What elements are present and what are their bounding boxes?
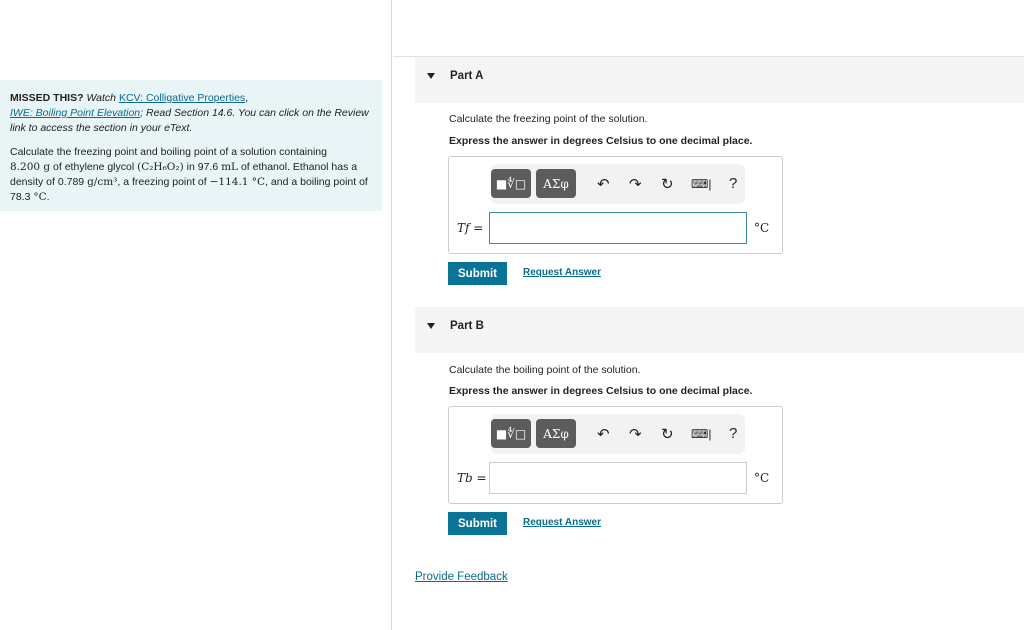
part-b-submit-button[interactable]: Submit xyxy=(448,512,507,535)
part-b-answer-box: ■∜□ ΑΣφ ↶ ↷ ↻ ⌨| ? Tb = °C xyxy=(448,406,783,504)
provide-feedback-link[interactable]: Provide Feedback xyxy=(415,571,508,583)
kcv-link[interactable]: KCV: Colligative Properties xyxy=(119,92,245,104)
templates-button[interactable]: ■∜□ xyxy=(491,419,531,448)
keyboard-icon[interactable]: ⌨| xyxy=(691,177,711,191)
part-a-submit-button[interactable]: Submit xyxy=(448,262,507,285)
iwe-link[interactable]: IWE: Boiling Point Elevation xyxy=(10,107,140,119)
info-box: MISSED THIS? Watch KCV: Colligative Prop… xyxy=(0,80,382,211)
part-a-answer-box: ■∜□ ΑΣφ ↶ ↷ ↻ ⌨| ? Tf = °C xyxy=(448,156,783,254)
t5: , a freezing point of xyxy=(117,176,210,188)
redo-icon[interactable]: ↷ xyxy=(629,175,642,193)
t1: Calculate the freezing point and boiling… xyxy=(10,146,327,158)
m5: −114.1 °C xyxy=(209,176,266,188)
problem-text: Calculate the freezing point and boiling… xyxy=(10,145,372,205)
part-a-header[interactable]: Part A xyxy=(415,57,1024,103)
part-b-request-answer-link[interactable]: Request Answer xyxy=(523,517,601,528)
m1: 8.200 g xyxy=(10,161,51,173)
part-a-request-answer-link[interactable]: Request Answer xyxy=(523,267,601,278)
m2: (C₂H₆O₂) xyxy=(137,161,184,173)
help-icon[interactable]: ? xyxy=(729,175,737,192)
part-b-title: Part B xyxy=(450,320,484,332)
tf-input[interactable] xyxy=(489,212,747,244)
reset-icon[interactable]: ↻ xyxy=(661,425,674,443)
part-b-question: Calculate the boiling point of the solut… xyxy=(449,364,641,376)
help-icon[interactable]: ? xyxy=(729,425,737,442)
left-panel: MISSED THIS? Watch KCV: Colligative Prop… xyxy=(0,0,392,630)
watch-text: Watch xyxy=(86,92,117,104)
symbols-button[interactable]: ΑΣφ xyxy=(536,419,576,448)
collapse-triangle-icon xyxy=(427,323,435,329)
undo-icon[interactable]: ↶ xyxy=(597,425,610,443)
part-a-title: Part A xyxy=(450,70,484,82)
keyboard-icon[interactable]: ⌨| xyxy=(691,427,711,441)
templates-button[interactable]: ■∜□ xyxy=(491,169,531,198)
t3: in 97.6 xyxy=(183,161,222,173)
math-toolbar: ■∜□ ΑΣφ ↶ ↷ ↻ ⌨| ? xyxy=(491,164,745,204)
t7: . xyxy=(46,191,50,203)
part-b-header[interactable]: Part B xyxy=(415,307,1024,353)
redo-icon[interactable]: ↷ xyxy=(629,425,642,443)
part-a-question: Calculate the freezing point of the solu… xyxy=(449,113,648,125)
m6: °C xyxy=(33,191,47,203)
reset-icon[interactable]: ↻ xyxy=(661,175,674,193)
m3: mL xyxy=(221,161,239,173)
tf-label: Tf = xyxy=(457,221,484,235)
comma: , xyxy=(245,92,249,104)
undo-icon[interactable]: ↶ xyxy=(597,175,610,193)
t2: of ethylene glycol xyxy=(50,161,138,173)
part-b-instruction: Express the answer in degrees Celsius to… xyxy=(449,385,753,397)
math-toolbar: ■∜□ ΑΣφ ↶ ↷ ↻ ⌨| ? xyxy=(491,414,745,454)
tb-input[interactable] xyxy=(489,462,747,494)
tb-label: Tb = xyxy=(457,471,487,485)
symbols-button[interactable]: ΑΣφ xyxy=(536,169,576,198)
part-a-instruction: Express the answer in degrees Celsius to… xyxy=(449,135,753,147)
missed-label: MISSED THIS? xyxy=(10,92,84,104)
unit-label: °C xyxy=(754,221,770,235)
collapse-triangle-icon xyxy=(427,73,435,79)
m4: g/cm³ xyxy=(87,176,118,188)
unit-label: °C xyxy=(754,471,770,485)
